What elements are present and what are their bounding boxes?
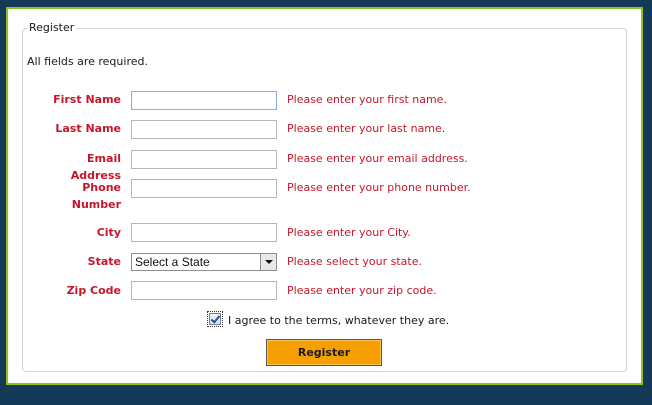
fieldset-legend: Register xyxy=(27,21,77,34)
city-input[interactable] xyxy=(131,223,277,242)
zip-label: Zip Code xyxy=(66,284,121,297)
first-name-error: Please enter your first name. xyxy=(287,93,447,106)
zip-error: Please enter your zip code. xyxy=(287,284,437,297)
state-select[interactable]: Select a State xyxy=(131,253,277,271)
chevron-down-icon[interactable] xyxy=(260,254,276,270)
required-note: All fields are required. xyxy=(27,55,148,68)
state-select-value: Select a State xyxy=(135,255,210,269)
last-name-input[interactable] xyxy=(131,120,277,139)
state-label: State xyxy=(87,255,121,268)
phone-label-line1: Phone xyxy=(82,181,121,194)
register-button[interactable]: Register xyxy=(266,339,382,366)
email-error: Please enter your email address. xyxy=(287,152,468,165)
phone-input[interactable] xyxy=(131,179,277,198)
phone-error: Please enter your phone number. xyxy=(287,181,471,194)
phone-label: Phone Number xyxy=(35,179,121,213)
state-error: Please select your state. xyxy=(287,255,422,268)
zip-input[interactable] xyxy=(131,281,277,300)
last-name-label: Last Name xyxy=(55,122,121,135)
email-input[interactable] xyxy=(131,150,277,169)
phone-label-line2: Number xyxy=(71,198,121,211)
terms-checkbox[interactable] xyxy=(209,313,221,325)
terms-label[interactable]: I agree to the terms, whatever they are. xyxy=(228,314,449,327)
first-name-input[interactable] xyxy=(131,91,277,110)
last-name-error: Please enter your last name. xyxy=(287,122,446,135)
city-error: Please enter your City. xyxy=(287,226,411,239)
terms-checkbox-focus[interactable] xyxy=(207,311,223,327)
city-label: City xyxy=(96,226,121,239)
first-name-label: First Name xyxy=(53,93,121,106)
